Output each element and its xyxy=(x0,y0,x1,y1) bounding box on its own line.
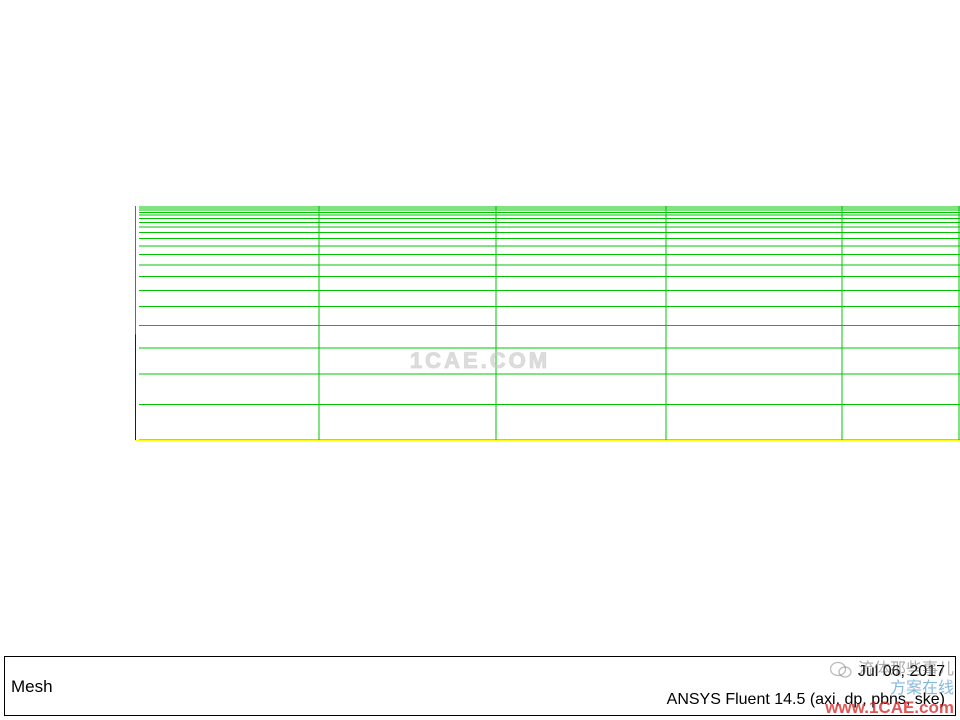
watermark-wechat: 流体那些事儿 xyxy=(825,661,954,679)
watermark-center: 1CAE.COM xyxy=(410,348,550,374)
watermark-blue-text: 方案在线 xyxy=(825,681,954,697)
mesh-viewport: 1CAE.COM xyxy=(0,0,960,630)
watermark-wechat-text: 流体那些事儿 xyxy=(858,662,954,678)
title-box: Mesh Jul 06, 2017 ANSYS Fluent 14.5 (axi… xyxy=(4,656,956,716)
mesh-left-gap xyxy=(136,206,139,440)
mesh-grid xyxy=(135,206,960,440)
wechat-bubble-icon xyxy=(830,661,852,679)
plot-title: Mesh xyxy=(11,677,53,697)
watermark-stack: 流体那些事儿 方案在线 www.1CAE.com xyxy=(825,661,954,716)
mesh-left-boundary xyxy=(135,206,136,440)
watermark-red-text: www.1CAE.com xyxy=(825,699,954,716)
mesh-svg xyxy=(135,206,960,440)
mesh-axis-line xyxy=(135,440,960,441)
